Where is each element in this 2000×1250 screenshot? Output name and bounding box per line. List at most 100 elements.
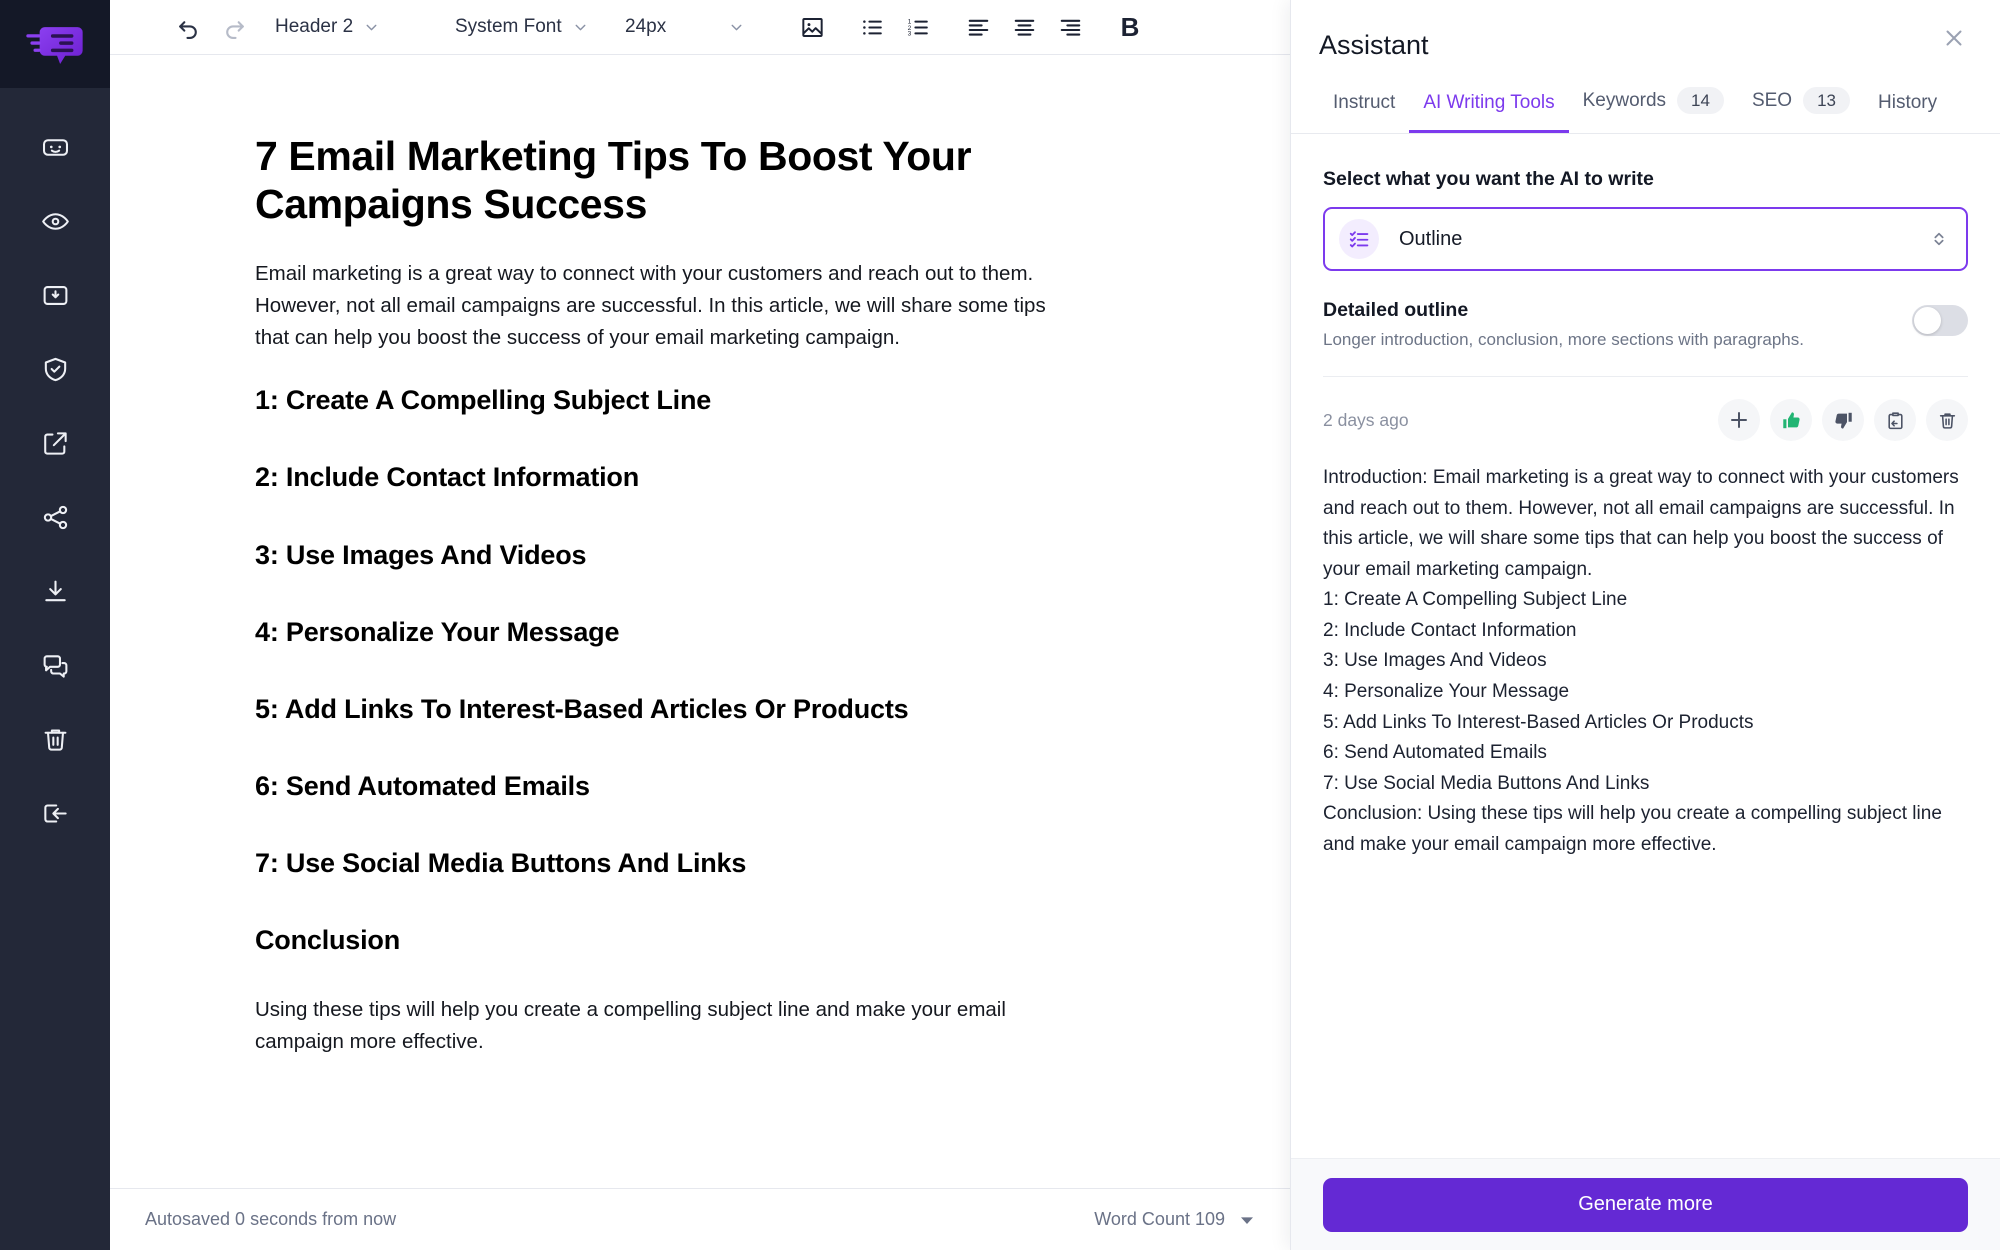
- copy-button[interactable]: [1874, 399, 1916, 441]
- detailed-outline-subtitle: Longer introduction, conclusion, more se…: [1323, 330, 1804, 349]
- result-line-6: 6: Send Automated Emails: [1323, 742, 1547, 764]
- text-style-value: Header 2: [275, 16, 354, 37]
- close-panel-button[interactable]: [1934, 18, 1974, 58]
- app-logo[interactable]: [0, 0, 110, 88]
- tab-history[interactable]: History: [1864, 92, 1951, 133]
- chevron-down-icon: [728, 19, 745, 36]
- sidebar-item-exit[interactable]: [24, 782, 86, 844]
- tab-keywords[interactable]: Keywords 14: [1569, 87, 1738, 133]
- trash-icon: [44, 729, 66, 751]
- document-intro-paragraph: Email marketing is a great way to connec…: [255, 262, 1046, 349]
- sidebar-item-import[interactable]: [24, 264, 86, 326]
- editor-column: Header 2 System Font 24px 1 2 3 B 7 Emai…: [110, 0, 1290, 1250]
- thumbs-up-button[interactable]: [1770, 399, 1812, 441]
- result-line-7: 7: Use Social Media Buttons And Links: [1323, 772, 1650, 794]
- assistant-tabs: Instruct AI Writing Tools Keywords 14 SE…: [1291, 61, 2000, 134]
- document-heading-4: 4: Personalize Your Message: [255, 616, 620, 647]
- generated-result-text: Introduction: Email marketing is a great…: [1323, 463, 1968, 861]
- undo-button[interactable]: [165, 4, 211, 50]
- tab-keywords-badge: 14: [1677, 87, 1724, 114]
- insert-image-button[interactable]: [789, 4, 835, 50]
- sidebar-item-download[interactable]: [24, 560, 86, 622]
- align-center-button[interactable]: [1001, 4, 1047, 50]
- document-scroll-area[interactable]: 7 Email Marketing Tips To Boost Your Cam…: [110, 55, 1290, 1188]
- chevron-down-icon: [363, 19, 380, 36]
- toggle-knob: [1914, 307, 1941, 334]
- download-icon: [44, 580, 66, 601]
- thumbs-down-button[interactable]: [1822, 399, 1864, 441]
- bold-button[interactable]: B: [1107, 12, 1153, 43]
- sidebar-item-share[interactable]: [24, 486, 86, 548]
- document-title: 7 Email Marketing Tips To Boost Your Cam…: [255, 133, 972, 227]
- document-heading-6: 6: Send Automated Emails: [255, 770, 590, 801]
- close-icon: [1946, 30, 1962, 46]
- document-heading-7: 7: Use Social Media Buttons And Links: [255, 847, 747, 878]
- document-heading-3: 3: Use Images And Videos: [255, 539, 587, 570]
- chevron-updown-icon: [1930, 228, 1948, 250]
- sidebar-item-plagiarism[interactable]: [24, 338, 86, 400]
- document-heading-1: 1: Create A Compelling Subject Line: [255, 385, 712, 416]
- assistant-header: Assistant: [1291, 0, 2000, 61]
- result-line-3: 3: Use Images And Videos: [1323, 650, 1547, 672]
- delete-result-button[interactable]: [1926, 399, 1968, 441]
- assistant-footer: Generate more: [1291, 1158, 2000, 1250]
- trash-icon: [1939, 412, 1955, 429]
- comments-icon: [43, 654, 67, 678]
- font-size-value: 24px: [625, 16, 667, 37]
- document-heading-5: 5: Add Links To Interest-Based Articles …: [255, 693, 909, 724]
- bullet-list-button[interactable]: [849, 4, 895, 50]
- text-style-select[interactable]: Header 2: [271, 7, 451, 47]
- align-left-button[interactable]: [955, 4, 1001, 50]
- sidebar-item-delete[interactable]: [24, 708, 86, 770]
- robot-icon: [42, 138, 68, 156]
- left-rail: [0, 0, 110, 1250]
- logout-icon: [43, 803, 67, 823]
- thumbs-down-icon: [1834, 412, 1852, 429]
- numbered-list-icon: 1 2 3: [907, 18, 928, 37]
- sidebar-item-open-external[interactable]: [24, 412, 86, 474]
- align-right-button[interactable]: [1047, 4, 1093, 50]
- app-root: Header 2 System Font 24px 1 2 3 B 7 Emai…: [0, 0, 2000, 1250]
- insert-button[interactable]: [1718, 399, 1760, 441]
- font-family-select[interactable]: System Font: [451, 7, 621, 47]
- document-conclusion-paragraph: Using these tips will help you create a …: [255, 998, 1006, 1053]
- detailed-outline-toggle[interactable]: [1912, 305, 1968, 336]
- ai-write-type-select[interactable]: Outline: [1323, 207, 1968, 271]
- detailed-outline-title: Detailed outline: [1323, 299, 1469, 321]
- tab-seo[interactable]: SEO 13: [1738, 87, 1864, 133]
- image-icon: [801, 17, 823, 37]
- checklist-icon: [1339, 219, 1379, 259]
- result-line-conclusion: Conclusion: Using these tips will help y…: [1323, 803, 1942, 855]
- detailed-outline-text: Detailed outline Longer introduction, co…: [1323, 299, 1804, 350]
- word-count-button[interactable]: Word Count 109: [1094, 1209, 1255, 1230]
- tab-instruct[interactable]: Instruct: [1319, 92, 1409, 133]
- result-line-5: 5: Add Links To Interest-Based Articles …: [1323, 711, 1754, 733]
- numbered-list-button[interactable]: 1 2 3: [895, 4, 941, 50]
- tab-seo-label: SEO: [1751, 89, 1793, 111]
- font-family-value: System Font: [455, 16, 562, 37]
- clipboard-paste-icon: [1887, 411, 1903, 429]
- assistant-body: Select what you want the AI to write Out…: [1291, 134, 2000, 1158]
- chevron-down-icon: [572, 19, 589, 36]
- tab-ai-writing-tools[interactable]: AI Writing Tools: [1409, 92, 1569, 133]
- sidebar-item-preview[interactable]: [24, 190, 86, 252]
- tab-seo-badge: 13: [1803, 87, 1850, 114]
- document-heading-2: 2: Include Contact Information: [255, 462, 640, 493]
- result-line-intro: Introduction: Email marketing is a great…: [1323, 467, 1959, 580]
- document-heading-conclusion: Conclusion: [255, 925, 400, 956]
- sidebar-item-comments[interactable]: [24, 634, 86, 696]
- tab-instruct-label: Instruct: [1333, 92, 1396, 113]
- detailed-outline-row: Detailed outline Longer introduction, co…: [1323, 299, 1968, 377]
- align-center-icon: [1014, 19, 1034, 36]
- sidebar-item-robot[interactable]: [24, 116, 86, 178]
- caret-down-icon: [1239, 1212, 1255, 1228]
- redo-button[interactable]: [211, 4, 257, 50]
- generate-more-button[interactable]: Generate more: [1323, 1177, 1968, 1232]
- inbox-download-icon: [43, 285, 67, 305]
- shield-check-icon: [44, 357, 66, 381]
- result-line-4: 4: Personalize Your Message: [1323, 681, 1570, 703]
- document-content[interactable]: 7 Email Marketing Tips To Boost Your Cam…: [110, 55, 1290, 1058]
- font-size-select[interactable]: 24px: [621, 7, 781, 47]
- ai-write-section-label: Select what you want the AI to write: [1323, 168, 1654, 190]
- speech-bubble-logo: [26, 26, 83, 64]
